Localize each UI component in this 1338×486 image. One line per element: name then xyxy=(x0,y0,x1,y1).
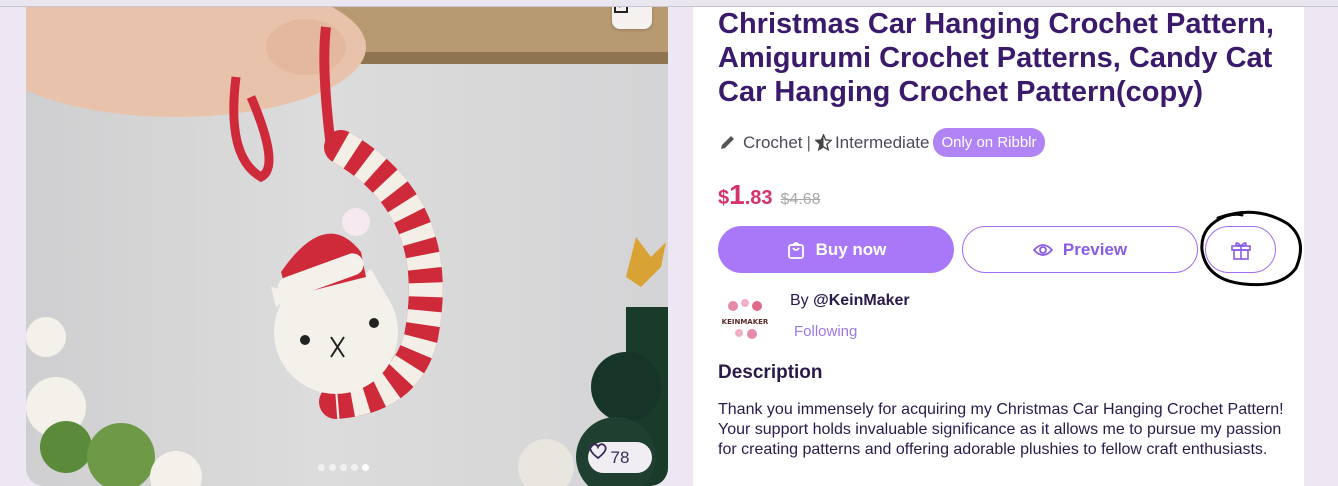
description-body: Thank you immensely for acquiring my Chr… xyxy=(718,401,1284,458)
following-button[interactable]: Following xyxy=(794,323,857,340)
difficulty-level[interactable]: Intermediate xyxy=(835,133,930,153)
bag-icon xyxy=(787,241,804,259)
price: $ 1 .83 $4.68 xyxy=(718,179,821,211)
exclusive-badge: Only on Ribblr xyxy=(933,128,1045,157)
eye-icon xyxy=(1032,243,1053,256)
craft-category[interactable]: Crochet xyxy=(743,133,803,153)
product-meta: Crochet | Intermediate Only on Ribblr xyxy=(718,128,1045,157)
author-name: By @KeinMaker xyxy=(790,292,910,310)
author-logo: KEINMAKER xyxy=(722,299,769,339)
product-image-gallery[interactable]: 78 xyxy=(26,7,668,486)
gallery-dot[interactable] xyxy=(329,464,336,471)
annotation-circle xyxy=(1200,210,1302,287)
like-count: 78 xyxy=(610,447,630,467)
gallery-dot-active[interactable] xyxy=(362,464,369,471)
top-divider xyxy=(0,0,1338,7)
price-whole: 1 xyxy=(729,179,745,210)
price-currency: $ xyxy=(718,187,730,209)
product-title: Christmas Car Hanging Crochet Pattern, A… xyxy=(718,8,1274,108)
preview-button[interactable]: Preview xyxy=(962,226,1198,273)
star-icon xyxy=(814,134,832,151)
meta-separator: | xyxy=(806,132,811,152)
original-price: $4.68 xyxy=(780,191,821,208)
author-prefix: By xyxy=(790,292,814,309)
like-button[interactable]: 78 xyxy=(588,442,652,473)
gallery-dots xyxy=(318,464,369,471)
gallery-dot[interactable] xyxy=(318,464,325,471)
gallery-dot[interactable] xyxy=(340,464,347,471)
svg-text:KEINMAKER: KEINMAKER xyxy=(722,318,769,326)
gallery-dot[interactable] xyxy=(351,464,358,471)
pencil-icon xyxy=(721,135,734,149)
expand-icon xyxy=(614,7,628,13)
buy-now-label: Buy now xyxy=(815,239,887,259)
buy-now-button[interactable]: Buy now xyxy=(718,226,954,273)
price-cents: .83 xyxy=(744,187,773,209)
expand-image-button[interactable] xyxy=(612,7,652,29)
preview-label: Preview xyxy=(1062,239,1128,259)
product-photo xyxy=(26,7,668,486)
description-heading: Description xyxy=(718,362,823,383)
author-avatar[interactable]: KEINMAKER xyxy=(717,292,773,348)
author-handle[interactable]: @KeinMaker xyxy=(813,292,910,309)
heart-icon xyxy=(589,443,607,460)
